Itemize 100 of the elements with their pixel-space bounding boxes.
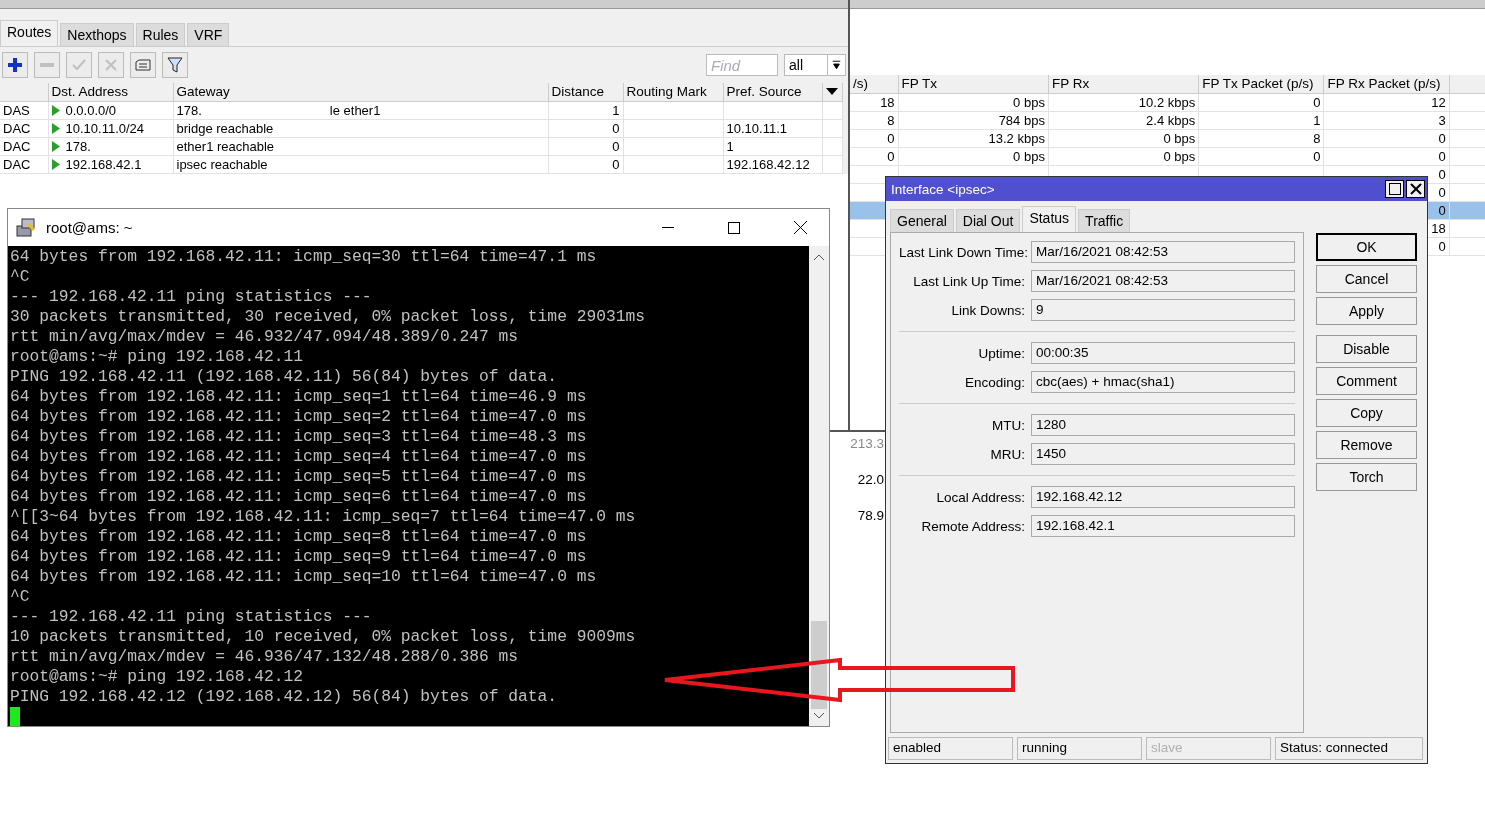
close-icon	[793, 221, 807, 234]
field-label: Encoding:	[963, 374, 1025, 390]
play-icon	[51, 158, 60, 170]
scroll-thumb[interactable]	[811, 621, 827, 709]
table-cell: 8	[1313, 130, 1321, 146]
table-cell: DAS	[0, 101, 48, 119]
table-cell: 0 bps	[1013, 148, 1045, 164]
tab[interactable]: Routes	[0, 20, 59, 46]
column-header[interactable]: FP Tx	[898, 75, 1049, 93]
table-cell: 0	[1313, 94, 1321, 110]
column-header[interactable]: Pref. Source	[723, 83, 822, 101]
field-label: Local Address:	[935, 489, 1025, 505]
note-icon	[135, 59, 151, 71]
table-cell: 0	[1313, 148, 1321, 164]
table-cell: 10.10.11.1	[723, 119, 822, 137]
table-cell: ipsec reachable	[176, 156, 268, 172]
table-cell: le ether1	[329, 102, 381, 118]
table-cell: 3	[1438, 112, 1446, 128]
status-cell: enabled	[888, 737, 1013, 760]
table-cell: 0	[548, 155, 623, 173]
toolbar-button[interactable]	[2, 52, 28, 78]
status-cell: Status: connected	[1275, 737, 1423, 760]
scroll-down-icon	[814, 713, 824, 719]
dialog-button[interactable]: Apply	[1316, 297, 1417, 325]
dialog-button[interactable]: Remove	[1316, 431, 1417, 459]
filter-icon	[167, 57, 183, 73]
tab[interactable]: Rules	[135, 23, 186, 46]
table-cell: 13.2 kbps	[988, 130, 1045, 146]
table-cell: 0	[1438, 184, 1446, 200]
table-cell: 0 bps	[1013, 94, 1045, 110]
tab[interactable]: General	[890, 209, 954, 232]
maximize-button[interactable]	[1385, 180, 1404, 198]
column-header[interactable]: FP Rx	[1048, 75, 1199, 93]
column-header[interactable]: /s)	[850, 75, 899, 93]
tab[interactable]: Status	[1022, 206, 1077, 232]
table-cell: 18	[880, 94, 895, 110]
table-cell: 178.	[65, 138, 91, 154]
play-icon	[51, 122, 60, 134]
column-menu-icon[interactable]	[825, 88, 838, 97]
table-cell: DAC	[0, 137, 48, 155]
dialog-title: Interface <ipsec>	[891, 181, 995, 197]
traffic-value: 78.9	[856, 508, 885, 525]
column-header[interactable]: FP Rx Packet (p/s)	[1324, 75, 1450, 93]
minus-icon	[40, 63, 54, 67]
table-cell: 0 bps	[1163, 130, 1196, 146]
table-cell: 0	[887, 130, 895, 146]
field-value: 1280	[1031, 414, 1295, 436]
field-value: Mar/16/2021 08:42:53	[1031, 270, 1295, 292]
table-cell: 0	[887, 148, 895, 164]
close-button[interactable]	[1406, 180, 1425, 198]
dialog-button[interactable]: OK	[1316, 233, 1417, 261]
table-cell: 0	[1438, 202, 1446, 218]
toolbar-button[interactable]	[162, 52, 188, 78]
table-cell: 1	[1313, 112, 1321, 128]
field-label: Link Downs:	[950, 302, 1025, 318]
dialog-button[interactable]: Torch	[1316, 463, 1417, 491]
field-label: Last Link Down Time:	[899, 244, 1025, 260]
play-icon	[51, 104, 60, 116]
tab[interactable]: Nexthops	[60, 23, 134, 46]
maximize-icon	[728, 221, 740, 234]
column-header[interactable]: Gateway	[173, 83, 548, 101]
tab[interactable]: Dial Out	[955, 209, 1021, 232]
status-cell: running	[1017, 737, 1142, 760]
column-header[interactable]: FP Tx Packet (p/s)	[1198, 75, 1324, 93]
check-icon	[72, 59, 86, 71]
table-cell: 192.168.42.12	[723, 155, 822, 173]
tab[interactable]: VRF	[187, 23, 230, 46]
table-cell: 0	[1438, 238, 1446, 254]
table-cell: 10.10.11.0/24	[65, 120, 145, 136]
field-value: Mar/16/2021 08:42:53	[1031, 241, 1295, 263]
field-value: 1450	[1031, 443, 1295, 465]
table-cell: 0	[548, 137, 623, 155]
filter-dropdown[interactable]: all	[784, 54, 846, 76]
play-icon	[51, 140, 60, 152]
scrollbar[interactable]	[809, 246, 829, 726]
tab[interactable]: Traffic	[1078, 209, 1131, 232]
terminal-output: 64 bytes from 192.168.42.11: icmp_seq=30 ttl=64 time=47.1 ms ^C --- 192.168.42.11 ping statistics --- 30 packets transmitted, 30 received, 0% packet loss, time 29031ms rtt min/avg/max/mdev = 46.932/47.094/48.389/0.247 ms root@ams:~# ping 192.168.42.11 PING 192.168.42.11 (192.168.42.11) 56(84) bytes of data. 64 bytes from 192.168.42.11: icmp_seq=1 ttl=64 time=46.9 ms 64 bytes from 192.168.42.11: icmp_seq=2 ttl=64 time=47.0 ms 64 bytes from 192.168.42.11: icmp_seq=3 ttl=64 time=48.3 ms 64 bytes from 192.168.42.11: icmp_seq=4 ttl=64 time=47.0 ms 64 bytes from 192.168.42.11: icmp_seq=5 ttl=64 time=47.0 ms 64 bytes from 192.168.42.11: icmp_seq=6 ttl=64 time=47.0 ms ^[[3~64 bytes from 192.168.42.11: icmp_seq=7 ttl=64 time=47.0 ms 64 bytes from 192.168.42.11: icmp_seq=8 ttl=64 time=47.0 ms 64 bytes from 192.168.42.11: icmp_seq=9 ttl=64 time=47.0 ms 64 bytes from 192.168.42.11: icmp_seq=10 ttl=64 time=47.0 ms ^C --- 192.168.42.11 ping statistics --- 10 packets transmitted, 10 received, 0% packet loss, time 9009ms rtt min/avg/max/mdev = 46.936/47.132/48.288/0.386 ms root@ams:~# ping 192.168.42.12 PING 192.168.42.12 (192.168.42.12) 56(84) bytes of data.	[8, 246, 809, 726]
table-cell: 784 bps	[998, 112, 1045, 128]
dialog-button[interactable]: Disable	[1316, 335, 1417, 363]
traffic-value: 22.0	[856, 472, 885, 489]
column-header[interactable]: Routing Mark	[623, 83, 723, 101]
column-header[interactable]: Dst. Address	[48, 83, 173, 101]
table-cell: 1	[723, 137, 822, 155]
status-cell: slave	[1146, 737, 1271, 760]
minimize-icon	[662, 226, 674, 229]
table-cell: 12	[1431, 94, 1446, 110]
dialog-button[interactable]: Comment	[1316, 367, 1417, 395]
field-label: Uptime:	[977, 345, 1025, 361]
close-icon	[1409, 183, 1422, 195]
table-cell: 1	[548, 101, 623, 119]
dialog-button[interactable]: Copy	[1316, 399, 1417, 427]
field-label: MTU:	[991, 417, 1025, 433]
dialog-button[interactable]: Cancel	[1316, 265, 1417, 293]
table-cell: bridge reachable	[176, 120, 274, 136]
scroll-up-icon	[814, 254, 824, 260]
table-cell: 0	[1438, 130, 1446, 146]
column-header[interactable]: Distance	[548, 83, 623, 101]
find-field[interactable]: Find	[706, 54, 778, 76]
table-cell: 0	[1438, 166, 1446, 182]
table-cell: 8	[887, 112, 895, 128]
